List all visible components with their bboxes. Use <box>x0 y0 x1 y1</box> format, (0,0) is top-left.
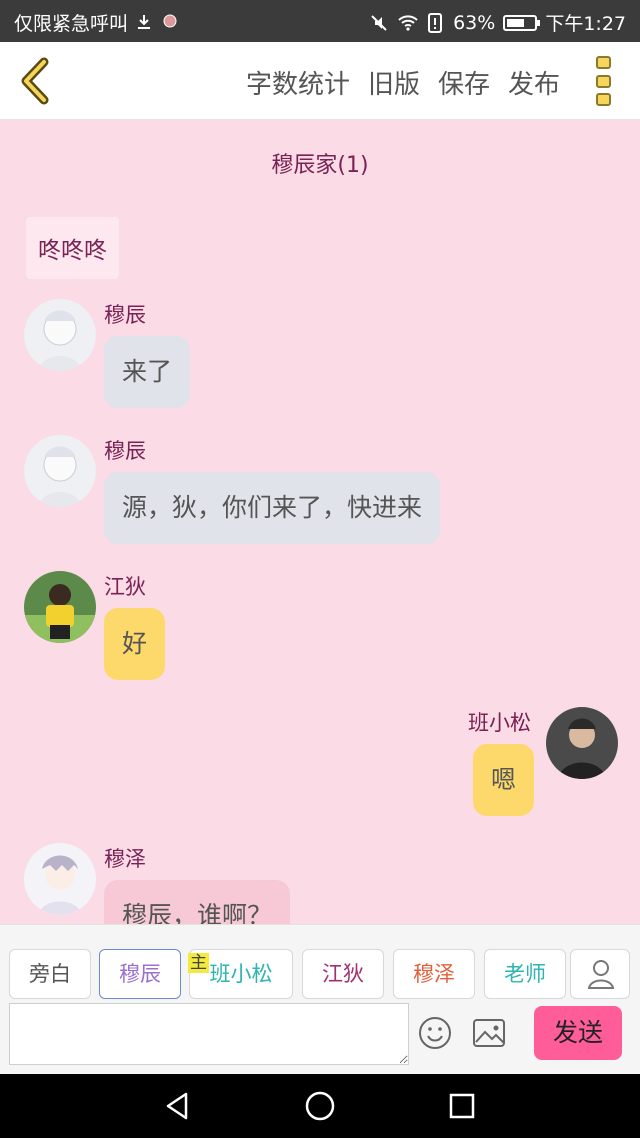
sender-name: 穆辰 <box>104 439 146 463</box>
role-muze[interactable]: 穆泽 <box>393 949 475 999</box>
download-icon <box>134 13 154 33</box>
sender-name: 班小松 <box>468 711 531 735</box>
message-input[interactable] <box>9 1003 409 1065</box>
avatar[interactable] <box>24 435 96 507</box>
message-bubble[interactable]: 穆辰，谁啊？ <box>104 880 291 924</box>
clock: 下午1:27 <box>545 13 626 35</box>
input-bar: 发送 <box>0 1000 640 1074</box>
recents-square-icon[interactable] <box>446 1090 478 1122</box>
toolbar: 字数统计 旧版 保存 发布 <box>0 42 640 120</box>
word-count-button[interactable]: 字数统计 <box>246 64 350 101</box>
alert-icon <box>425 12 445 33</box>
role-teacher[interactable]: 老师 <box>484 949 566 999</box>
wifi-icon <box>397 13 418 33</box>
message-bubble[interactable]: 好 <box>104 608 166 680</box>
avatar[interactable] <box>546 707 618 779</box>
chevron-left-icon <box>21 57 49 105</box>
system-nav-bar <box>0 1074 640 1138</box>
image-icon <box>473 1019 505 1047</box>
role-jiangdi[interactable]: 江狄 <box>302 949 384 999</box>
battery-icon <box>503 14 541 31</box>
role-muchen[interactable]: 穆辰 <box>99 949 181 999</box>
toolbar-actions: 字数统计 旧版 保存 发布 <box>246 64 560 101</box>
message-bubble[interactable]: 嗯 <box>473 744 535 816</box>
battery-percent: 63% <box>453 11 496 34</box>
status-bar: 仅限紧急呼叫 63% 下午1:27 <box>0 0 640 42</box>
carrier-text: 仅限紧急呼叫 <box>14 13 129 35</box>
role-narrator[interactable]: 旁白 <box>9 949 91 999</box>
home-circle-icon[interactable] <box>304 1090 336 1122</box>
host-badge: 主 <box>188 953 209 973</box>
message-bubble[interactable]: 源，狄，你们来了，快进来 <box>104 472 441 544</box>
person-icon <box>587 960 615 989</box>
sender-name: 穆泽 <box>104 847 146 871</box>
smiley-icon <box>419 1017 451 1049</box>
avatar[interactable] <box>24 843 96 915</box>
emoji-button[interactable] <box>418 1016 452 1050</box>
mute-icon <box>369 13 389 33</box>
add-role-button[interactable] <box>570 949 630 999</box>
avatar[interactable] <box>24 299 96 371</box>
back-triangle-icon[interactable] <box>162 1090 194 1122</box>
sender-name: 穆辰 <box>104 303 146 327</box>
image-button[interactable] <box>472 1018 506 1048</box>
message-bubble[interactable]: 来了 <box>104 336 191 408</box>
chat-title: 穆辰家(1) <box>271 153 369 178</box>
publish-button[interactable]: 发布 <box>508 64 560 101</box>
app-notification-icon <box>160 13 180 33</box>
narration-bubble[interactable]: 咚咚咚 <box>26 217 119 279</box>
old-version-button[interactable]: 旧版 <box>368 64 420 101</box>
back-button[interactable] <box>14 56 54 106</box>
avatar[interactable] <box>24 571 96 643</box>
send-button[interactable]: 发送 <box>534 1006 622 1060</box>
more-vertical-icon[interactable] <box>596 56 614 106</box>
role-selector: 旁白 穆辰 班小松 主 江狄 穆泽 老师 <box>0 924 640 1000</box>
save-button[interactable]: 保存 <box>438 64 490 101</box>
chat-area[interactable]: 穆辰家(1) 咚咚咚 穆辰 来了 穆辰 源，狄，你们来了，快进来 江狄 好 班小… <box>0 121 640 924</box>
sender-name: 江狄 <box>104 575 146 599</box>
